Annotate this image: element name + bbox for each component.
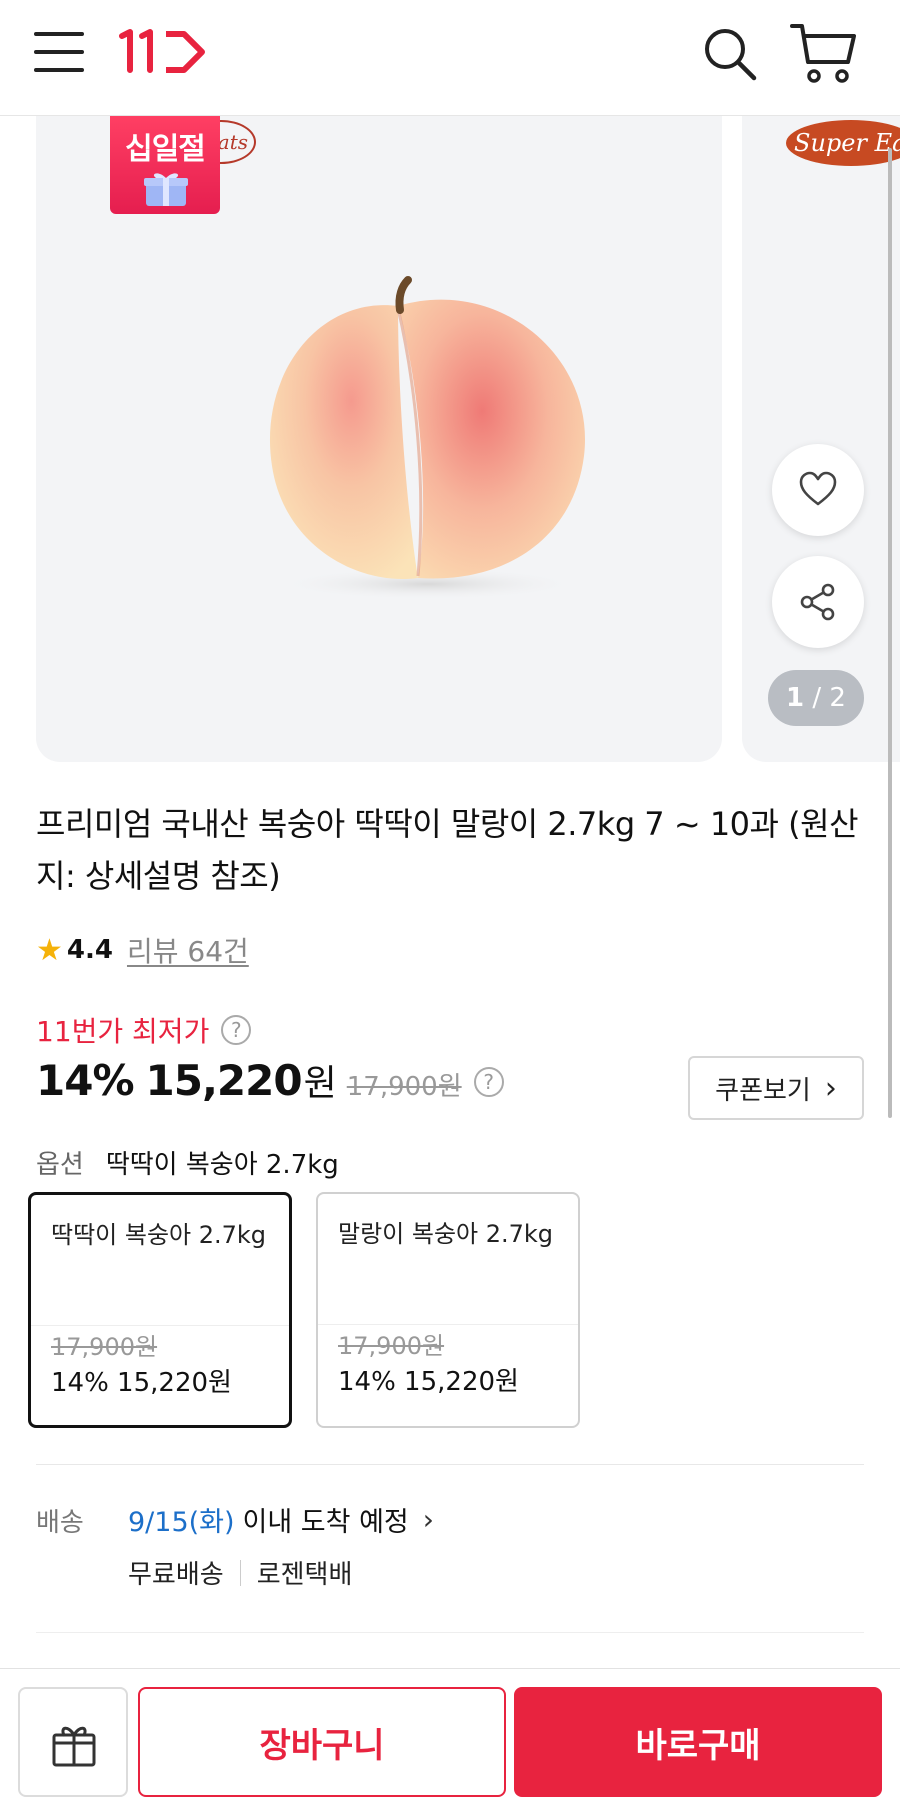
buy-now-button[interactable]: 바로구매 [514, 1687, 882, 1797]
image-page-indicator: 1 / 2 [768, 670, 864, 726]
option-divider [31, 1325, 289, 1326]
help-icon[interactable]: ? [221, 1015, 252, 1045]
option-price: 14% 15,220원 [51, 1368, 232, 1398]
bottom-action-bar: 장바구니 바로구매 [0, 1668, 900, 1816]
delivery-date: 9/15(화) [128, 1507, 235, 1538]
coupon-button[interactable]: 쿠폰보기 › [688, 1056, 864, 1120]
share-icon [800, 583, 835, 621]
brand-seal-right: Super Eats [786, 120, 900, 166]
option-card-hard-peach[interactable]: 딱딱이 복숭아 2.7kg 17,900원 14% 15,220원 [28, 1192, 292, 1428]
logo-11st[interactable] [116, 24, 208, 80]
option-price: 14% 15,220원 [338, 1367, 519, 1397]
vertical-divider [239, 1559, 241, 1586]
peach-product-image [248, 266, 608, 606]
option-card-soft-peach[interactable]: 말랑이 복숭아 2.7kg 17,900원 14% 15,220원 [316, 1192, 580, 1428]
event-badge: 십일절 [110, 116, 220, 214]
top-header [0, 0, 900, 116]
coupon-button-label: 쿠폰보기 [715, 1075, 811, 1106]
option-name: 딱딱이 복숭아 2.7kg [51, 1221, 267, 1249]
option-summary: 옵션 딱딱이 복숭아 2.7kg [36, 1142, 339, 1182]
rating-row: ★ 4.4 리뷰 64건 [36, 928, 249, 972]
discount-rate: 14% [36, 1056, 135, 1105]
option-selected-value: 딱딱이 복숭아 2.7kg [105, 1149, 339, 1180]
shipping-date-link[interactable]: 9/15(화) 이내 도착 예정 › [128, 1500, 434, 1539]
option-divider [318, 1324, 578, 1325]
free-shipping-label: 무료배송 [128, 1560, 224, 1590]
add-to-cart-button[interactable]: 장바구니 [138, 1687, 506, 1797]
lowest-price-label-row: 11번가 최저가 ? [36, 1008, 252, 1052]
gift-button[interactable] [18, 1687, 128, 1797]
gift-box-icon [142, 168, 190, 208]
next-image-slide-preview[interactable]: Super Eats [742, 116, 900, 762]
wishlist-button[interactable] [772, 444, 864, 536]
section-divider [36, 1464, 864, 1465]
chevron-right-icon: › [422, 1503, 434, 1536]
chevron-right-icon: › [824, 1070, 837, 1106]
original-price: 17,900원 [346, 1072, 462, 1102]
lowest-price-label: 11번가 최저가 [36, 1015, 210, 1048]
gift-icon [52, 1726, 96, 1767]
price-help-icon[interactable]: ? [473, 1067, 504, 1097]
review-count-link[interactable]: 리뷰 64건 [127, 930, 249, 970]
option-label: 옵션 [36, 1149, 84, 1180]
shipping-details: 무료배송 로젠택배 [128, 1554, 352, 1591]
search-icon[interactable] [700, 24, 760, 84]
star-icon: ★ [36, 932, 63, 968]
event-badge-label: 십일절 [125, 132, 206, 167]
section-divider [36, 1632, 864, 1633]
page-separator: / [812, 683, 822, 713]
product-image-slide[interactable]: ats 십일절 [36, 116, 722, 762]
option-name: 말랑이 복숭아 2.7kg [338, 1220, 554, 1248]
page-scrollbar[interactable] [888, 148, 892, 1118]
price-row: 14% 15,220 원 17,900원 ? [36, 1054, 504, 1110]
heart-icon [799, 471, 837, 506]
product-image-gallery[interactable]: ats 십일절 Super Eats [0, 116, 900, 762]
share-button[interactable] [772, 556, 864, 648]
option-original-price: 17,900원 [338, 1332, 445, 1360]
delivery-date-suffix: 이내 도착 예정 [242, 1507, 409, 1538]
sale-price: 15,220 [145, 1056, 303, 1105]
cart-icon[interactable] [788, 20, 858, 86]
option-original-price: 17,900원 [51, 1333, 158, 1361]
product-title: 프리미엄 국내산 복숭아 딱딱이 말랑이 2.7kg 7 ~ 10과 (원산지:… [36, 805, 859, 895]
page-current: 1 [786, 683, 805, 713]
shipping-label: 배송 [36, 1508, 84, 1538]
page-total: 2 [829, 683, 846, 713]
rating-score: 4.4 [66, 935, 113, 965]
carrier-name: 로젠택배 [256, 1560, 353, 1590]
hamburger-menu-icon[interactable] [34, 30, 86, 74]
currency-unit: 원 [303, 1063, 337, 1104]
